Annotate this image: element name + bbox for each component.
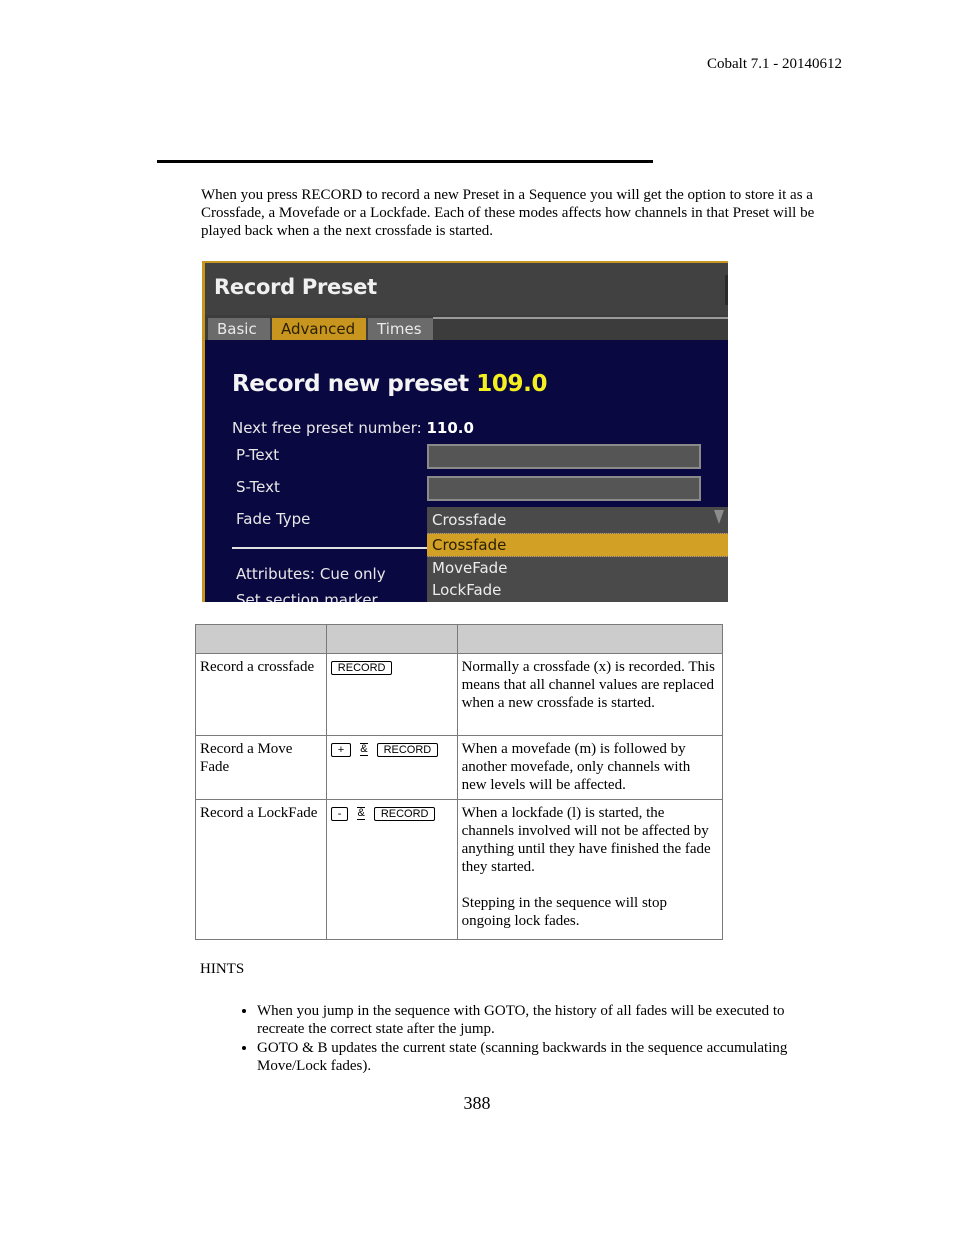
dropdown-arrow-icon[interactable] [714, 510, 724, 524]
action-cell: Record a LockFade [195, 799, 327, 940]
action-cell: Record a Move Fade [195, 735, 327, 800]
preset-number: 109.0 [476, 371, 548, 397]
record-key: RECORD [373, 807, 436, 821]
dialog-titlebar: Record Preset [205, 261, 728, 315]
hint-item: When you jump in the sequence with GOTO,… [257, 1002, 821, 1038]
table-header [456, 624, 724, 654]
table-header [195, 624, 327, 654]
minus-key: - [330, 807, 349, 821]
option-movefade[interactable]: MoveFade [427, 557, 728, 579]
description-cell: Normally a crossfade (x) is recorded. Th… [456, 653, 724, 736]
next-free-value: 110.0 [426, 419, 474, 437]
intro-paragraph: When you press RECORD to record a new Pr… [201, 187, 815, 239]
hints-list: When you jump in the sequence with GOTO,… [201, 1002, 821, 1076]
tab-times[interactable]: Times [368, 318, 433, 340]
table-row: Record a Move Fade + & RECORD When a movef… [195, 735, 724, 800]
description-paragraph: When a lockfade (l) is started, the chan… [461, 805, 711, 875]
page-number: 388 [463, 1093, 491, 1113]
table-row: Record a crossfade RECORD Normally a cro… [195, 653, 724, 736]
keys-cell: RECORD [325, 653, 458, 736]
table-header-row [195, 624, 724, 654]
section-marker-label: Set section marker [236, 591, 378, 602]
tab-bar-line [433, 317, 728, 319]
table-header [325, 624, 458, 654]
record-heading: Record new preset 109.0 [232, 371, 547, 397]
option-crossfade[interactable]: Crossfade [427, 533, 728, 557]
keys-cell: - & RECORD [325, 799, 458, 940]
and-symbol: & [357, 807, 365, 820]
fade-type-label: Fade Type [236, 510, 311, 528]
s-text-input[interactable] [427, 476, 701, 501]
and-symbol: & [360, 743, 368, 756]
keys-cell: + & RECORD [325, 735, 458, 800]
s-text-label: S-Text [236, 478, 280, 496]
tab-basic[interactable]: Basic [208, 318, 270, 340]
record-preset-dialog-screenshot: Record Preset Basic Advanced Times Recor… [202, 261, 728, 602]
fade-type-options: Crossfade MoveFade LockFade [427, 533, 728, 602]
divider [232, 547, 428, 549]
titlebar-edge [725, 275, 728, 305]
description-cell: When a lockfade (l) is started, the chan… [456, 799, 724, 940]
hint-item: GOTO & B updates the current state (scan… [257, 1039, 821, 1075]
record-key: RECORD [330, 661, 393, 675]
p-text-input[interactable] [427, 444, 701, 469]
section-rule [157, 160, 653, 163]
hints-title: HINTS [200, 961, 245, 977]
record-key: RECORD [376, 743, 439, 757]
plus-key: + [330, 743, 352, 757]
action-cell: Record a crossfade [195, 653, 327, 736]
tab-bar: Basic Advanced Times [205, 315, 728, 340]
attributes-label: Attributes: Cue only [236, 565, 386, 583]
description-cell: When a movefade (m) is followed by anoth… [456, 735, 724, 800]
description-paragraph: Stepping in the sequence will stop ongoi… [461, 895, 667, 929]
page-header: Cobalt 7.1 - 20140612 [707, 56, 842, 72]
heading-prefix: Record new preset [232, 371, 469, 397]
option-lockfade[interactable]: LockFade [427, 579, 728, 601]
p-text-label: P-Text [236, 446, 280, 464]
table-row: Record a LockFade - & RECORD When a lockfa… [195, 799, 724, 940]
fade-modes-table: Record a crossfade RECORD Normally a cro… [195, 624, 724, 940]
fade-type-select[interactable]: Crossfade [427, 507, 728, 533]
fade-type-value: Crossfade [432, 511, 507, 529]
next-free-preset: Next free preset number: 110.0 [232, 419, 474, 437]
next-free-label: Next free preset number: [232, 419, 422, 437]
tab-advanced[interactable]: Advanced [272, 318, 366, 340]
dialog-title: Record Preset [214, 275, 377, 299]
